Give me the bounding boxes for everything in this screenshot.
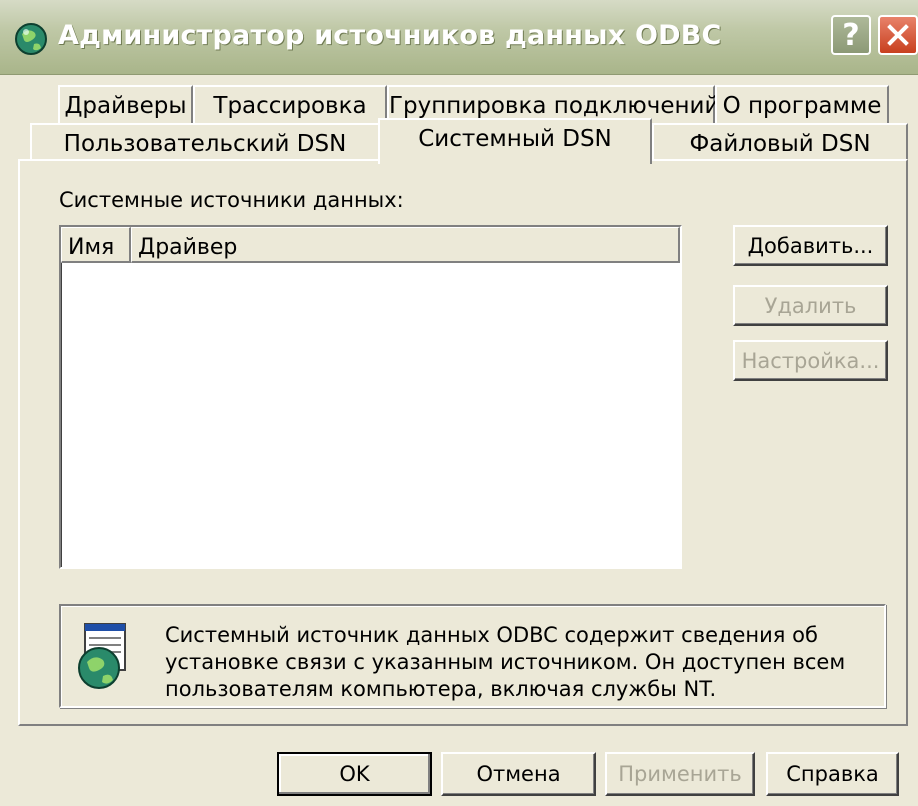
ok-button-label: OK (339, 762, 370, 786)
info-line: Системный источник данных ODBC содержит … (165, 623, 818, 647)
tab-label: Группировка подключений (389, 93, 720, 119)
tab-label: Драйверы (64, 93, 187, 119)
tab-label: Пользовательский DSN (63, 131, 347, 157)
remove-button-label: Удалить (764, 294, 857, 318)
configure-button-label: Настройка... (741, 349, 880, 373)
title-bar[interactable]: Администратор источников данных ODBC ? (0, 0, 918, 75)
add-button[interactable]: Добавить... (733, 225, 888, 266)
column-header-driver[interactable]: Драйвер (131, 227, 680, 263)
tab-label: Системный DSN (418, 126, 612, 152)
window-title: Администратор источников данных ODBC (58, 20, 722, 51)
ok-button[interactable]: OK (277, 752, 432, 796)
info-line: пользователям компьютера, включая службы… (165, 677, 717, 701)
list-header: Имя Драйвер (61, 227, 680, 263)
tab-user-dsn[interactable]: Пользовательский DSN (30, 123, 380, 160)
tab-tracing[interactable]: Трассировка (193, 85, 387, 123)
column-header-name[interactable]: Имя (61, 227, 131, 263)
tab-label: Трассировка (213, 93, 367, 119)
tab-drivers[interactable]: Драйверы (58, 85, 193, 123)
tab-label: О программе (722, 93, 882, 119)
add-button-label: Добавить... (747, 234, 874, 258)
cancel-button[interactable]: Отмена (441, 752, 596, 796)
help-dialog-button[interactable]: Справка (766, 752, 899, 796)
tab-system-dsn[interactable]: Системный DSN (378, 118, 652, 164)
odbc-info-icon (78, 623, 126, 689)
configure-button[interactable]: Настройка... (733, 340, 888, 381)
cancel-button-label: Отмена (476, 762, 561, 786)
tab-label: Файловый DSN (689, 131, 871, 157)
remove-button[interactable]: Удалить (733, 285, 888, 326)
close-button[interactable] (878, 15, 918, 55)
help-icon: ? (842, 17, 860, 53)
tab-file-dsn[interactable]: Файловый DSN (652, 123, 908, 160)
close-icon (887, 24, 909, 46)
tab-about[interactable]: О программе (715, 85, 889, 123)
apply-button-label: Применить (618, 762, 742, 786)
info-box: Системный источник данных ODBC содержит … (59, 604, 886, 708)
help-dialog-button-label: Справка (786, 762, 879, 786)
data-sources-list[interactable]: Имя Драйвер (59, 225, 682, 569)
apply-button[interactable]: Применить (605, 752, 755, 796)
list-label: Системные источники данных: (59, 188, 404, 212)
odbc-globe-icon (15, 23, 47, 55)
info-line: установке связи с указанным источником. … (165, 650, 846, 674)
help-button[interactable]: ? (831, 15, 871, 55)
info-text: Системный источник данных ODBC содержит … (165, 622, 845, 703)
